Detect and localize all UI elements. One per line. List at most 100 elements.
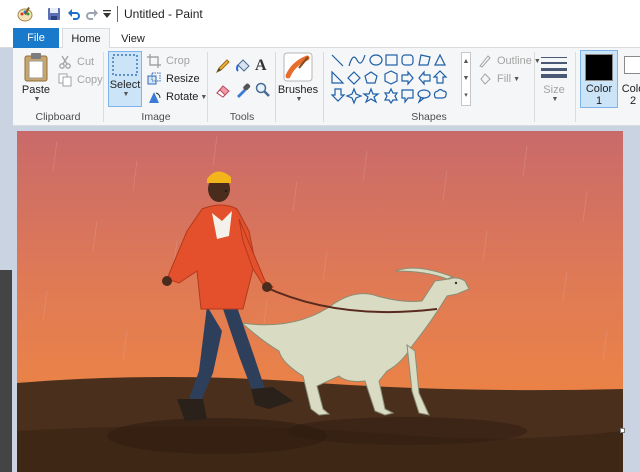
cut-button[interactable]: Cut bbox=[57, 53, 94, 71]
paste-icon bbox=[24, 53, 48, 82]
paste-dropdown-icon[interactable]: ▼ bbox=[34, 96, 41, 103]
select-dropdown-icon[interactable]: ▼ bbox=[123, 91, 130, 98]
group-separator bbox=[275, 52, 276, 122]
fill-icon bbox=[477, 71, 493, 87]
group-separator bbox=[534, 52, 535, 122]
crop-icon bbox=[146, 53, 162, 69]
ribbon: Paste ▼ Cut Copy Clipboard Select ▼ Crop… bbox=[13, 48, 640, 126]
color1-swatch bbox=[585, 54, 613, 81]
group-separator bbox=[323, 52, 324, 122]
shapes-scroll[interactable]: ▲ ▼ ▾ bbox=[461, 52, 471, 106]
shapes-group: ▲ ▼ ▾ Outline ▼ Fill ▼ Shapes bbox=[325, 48, 541, 126]
save-icon[interactable] bbox=[46, 5, 62, 23]
rotate-button[interactable]: Rotate ▼ bbox=[146, 88, 207, 106]
copy-button[interactable]: Copy bbox=[57, 71, 103, 89]
tools-group-label: Tools bbox=[229, 111, 255, 123]
copy-icon bbox=[57, 72, 73, 88]
size-button[interactable]: Size ▼ bbox=[537, 54, 571, 103]
outline-label: Outline bbox=[497, 55, 532, 67]
color-picker-icon[interactable] bbox=[235, 82, 253, 100]
brush-icon bbox=[283, 52, 313, 82]
outline-icon bbox=[477, 53, 493, 69]
oval-shape-icon bbox=[369, 54, 383, 66]
color2-swatch bbox=[624, 56, 640, 74]
hexagon-shape-icon bbox=[384, 70, 398, 85]
clipboard-group-label: Clipboard bbox=[35, 111, 81, 123]
color1-number: 1 bbox=[595, 95, 603, 107]
resize-icon bbox=[146, 71, 162, 87]
image-group: Select ▼ Crop Resize Rotate ▼ Image bbox=[105, 48, 207, 126]
oval-callout-shape-icon bbox=[417, 89, 431, 104]
title-separator bbox=[117, 6, 118, 22]
line-shape-icon bbox=[331, 54, 344, 67]
canvas-illustration bbox=[17, 131, 623, 472]
diamond-shape-icon bbox=[347, 71, 361, 85]
customize-dropdown-icon[interactable] bbox=[102, 5, 112, 23]
tab-home[interactable]: Home bbox=[62, 28, 110, 49]
color2-number: 2 bbox=[629, 95, 637, 107]
triangle-shape-icon bbox=[434, 53, 446, 66]
paste-label: Paste bbox=[21, 84, 51, 96]
pentagon-shape-icon bbox=[364, 71, 378, 84]
tab-file[interactable]: File bbox=[13, 28, 59, 48]
color1-label: Color bbox=[585, 83, 613, 95]
six-point-star-shape-icon bbox=[383, 87, 399, 105]
five-point-star-shape-icon bbox=[362, 87, 380, 104]
cut-label: Cut bbox=[77, 56, 95, 68]
text-icon[interactable]: A bbox=[255, 57, 273, 75]
group-separator bbox=[575, 52, 576, 122]
crop-label: Crop bbox=[166, 55, 190, 67]
curve-shape-icon bbox=[348, 54, 366, 67]
shapes-gallery[interactable] bbox=[329, 52, 459, 106]
resize-button[interactable]: Resize bbox=[146, 70, 200, 88]
size-lines-icon bbox=[541, 57, 567, 78]
tab-view[interactable]: View bbox=[112, 28, 154, 49]
up-arrow-shape-icon bbox=[432, 70, 448, 84]
select-label: Select bbox=[109, 79, 141, 91]
color1-button[interactable]: Color 1 bbox=[580, 50, 618, 108]
four-point-star-shape-icon bbox=[345, 87, 363, 105]
window-title: Untitled - Paint bbox=[124, 7, 203, 21]
right-arrow-shape-icon bbox=[401, 70, 414, 86]
shapes-group-label: Shapes bbox=[411, 111, 447, 123]
color2-label: Colo bbox=[621, 83, 640, 95]
title-bar: Untitled - Paint bbox=[0, 0, 640, 28]
rotate-label: Rotate bbox=[166, 91, 199, 103]
brushes-dropdown-icon[interactable]: ▼ bbox=[296, 96, 303, 103]
fill-label: Fill bbox=[497, 73, 512, 85]
canvas-resize-handle[interactable] bbox=[620, 428, 625, 433]
brushes-button[interactable]: Brushes ▼ bbox=[277, 52, 319, 103]
clipboard-group: Paste ▼ Cut Copy Clipboard bbox=[13, 48, 103, 126]
paint-app-icon[interactable] bbox=[16, 5, 34, 23]
group-separator bbox=[103, 52, 104, 122]
tools-group: A Tools bbox=[209, 48, 275, 126]
left-edge-strip bbox=[0, 270, 12, 472]
rotate-icon bbox=[146, 89, 162, 105]
down-arrow-shape-icon bbox=[330, 88, 346, 102]
undo-icon[interactable] bbox=[66, 5, 82, 23]
image-group-label: Image bbox=[141, 111, 171, 123]
magnifier-icon[interactable] bbox=[255, 82, 273, 100]
select-button[interactable]: Select ▼ bbox=[108, 51, 142, 107]
group-separator bbox=[207, 52, 208, 122]
rounded-rectangle-shape-icon bbox=[401, 54, 414, 66]
paste-button[interactable]: Paste ▼ bbox=[19, 52, 53, 103]
left-arrow-shape-icon bbox=[418, 70, 431, 86]
cloud-callout-shape-icon bbox=[433, 88, 447, 99]
rounded-callout-shape-icon bbox=[401, 89, 414, 104]
fill-bucket-icon[interactable] bbox=[235, 58, 253, 76]
redo-icon[interactable] bbox=[84, 5, 100, 23]
drawing-canvas[interactable] bbox=[17, 131, 623, 472]
pencil-icon[interactable] bbox=[215, 58, 233, 76]
rectangle-shape-icon bbox=[385, 54, 398, 66]
ribbon-tabs: File Home View bbox=[0, 28, 640, 49]
fill-button[interactable]: Fill ▼ bbox=[477, 70, 520, 88]
right-triangle-shape-icon bbox=[331, 70, 345, 84]
eraser-icon[interactable] bbox=[215, 82, 233, 100]
polygon-shape-icon bbox=[418, 54, 431, 66]
color2-button[interactable]: Colo 2 bbox=[621, 53, 640, 107]
scissors-icon bbox=[57, 54, 73, 70]
crop-button[interactable]: Crop bbox=[146, 52, 190, 70]
outline-button[interactable]: Outline ▼ bbox=[477, 52, 541, 70]
select-rectangle-icon bbox=[112, 54, 138, 76]
